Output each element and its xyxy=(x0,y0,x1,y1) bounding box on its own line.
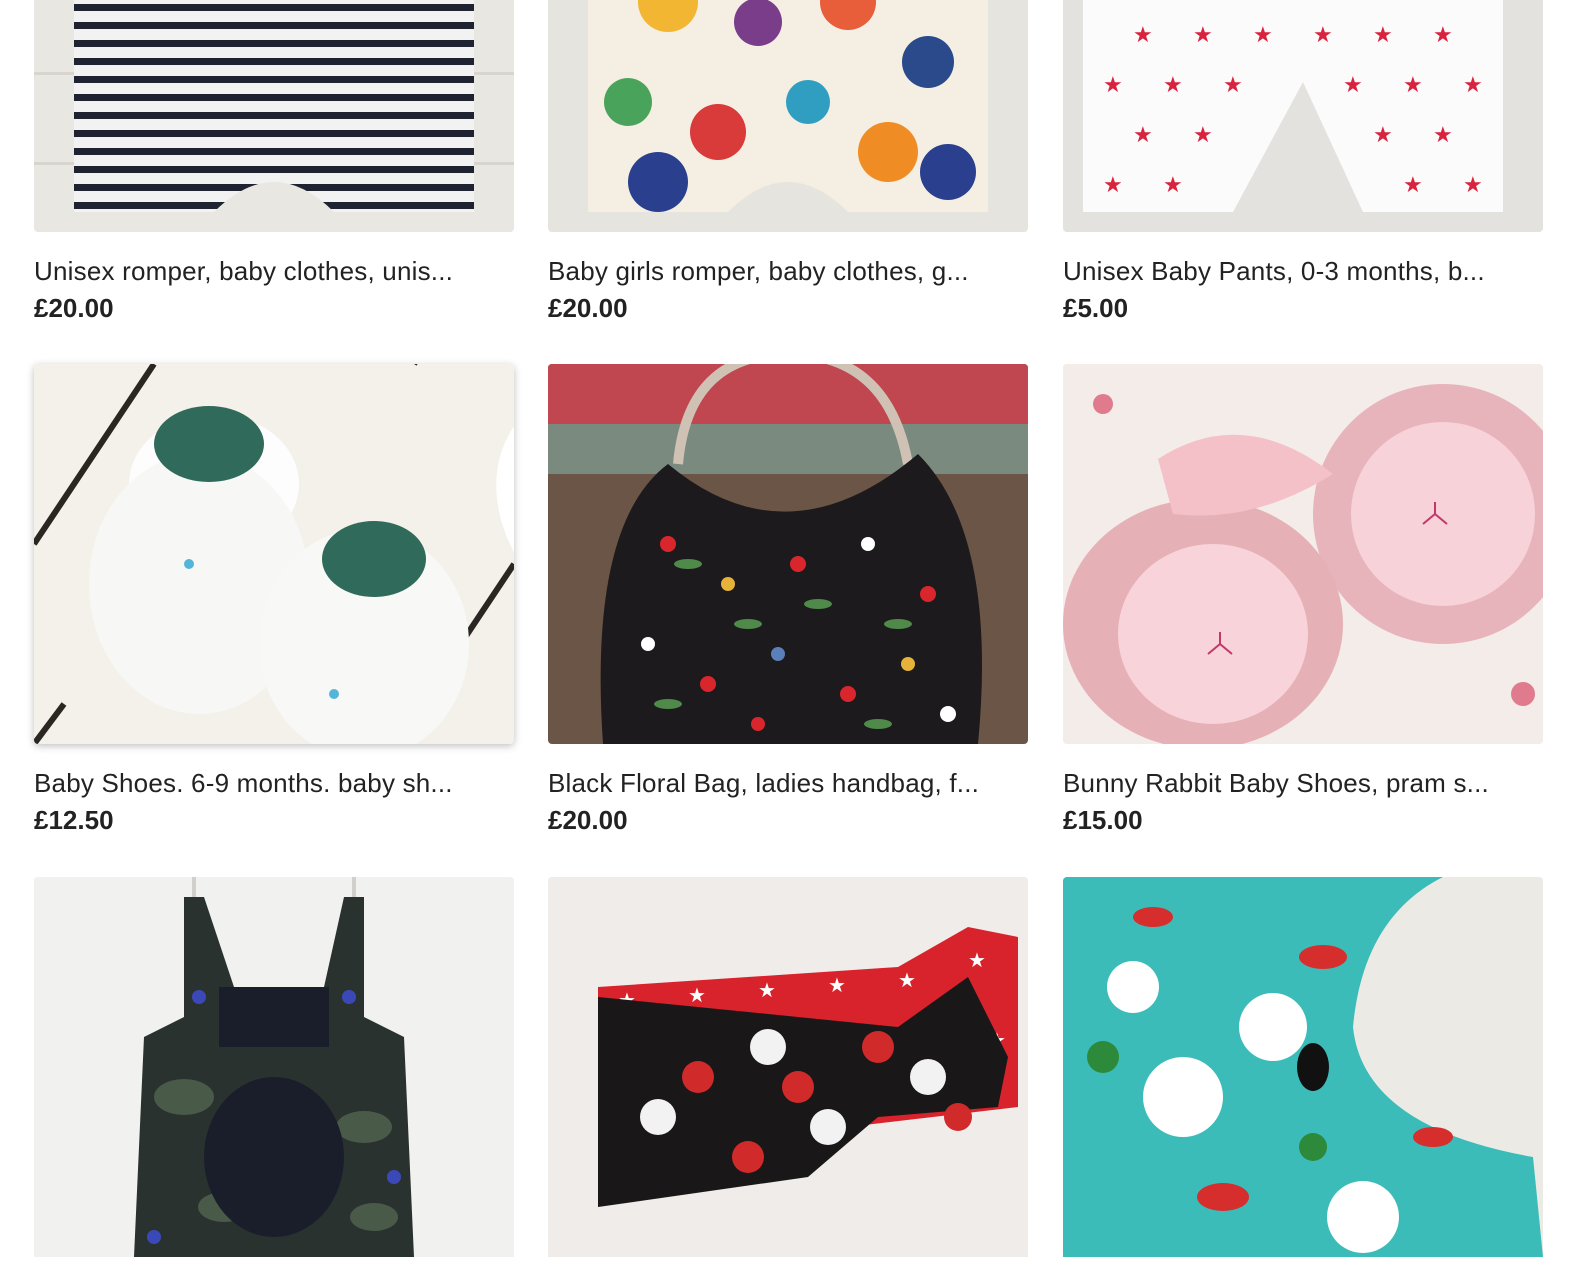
svg-text:★: ★ xyxy=(1253,23,1273,48)
listing-title[interactable]: Baby Shoes. 6-9 months. baby sh... xyxy=(34,764,514,802)
skull-bib-image: ★★★★★★ ★★★ xyxy=(548,877,1028,1257)
camo-dungarees-image xyxy=(34,877,514,1257)
listing-card[interactable] xyxy=(34,877,514,1277)
listing-image-star-pants[interactable]: ★★★★★★★ ★★★★★★ ★★★★★★★ ★★★★★★ ★★★★★★ ★★★… xyxy=(1063,0,1543,232)
listing-card[interactable]: ★★★★★★ ★★★ xyxy=(548,877,1028,1277)
listing-title[interactable]: Baby girls romper, baby clothes, g... xyxy=(548,252,1028,290)
svg-text:★: ★ xyxy=(1313,23,1333,48)
listing-title[interactable]: Black Floral Bag, ladies handbag, f... xyxy=(548,764,1028,802)
striped-romper-image xyxy=(34,0,514,232)
penguin-bib-image xyxy=(1063,877,1543,1257)
svg-text:★: ★ xyxy=(1373,23,1393,48)
svg-text:★: ★ xyxy=(1163,173,1183,198)
svg-text:★: ★ xyxy=(898,968,916,992)
listing-card[interactable]: Baby girls romper, baby clothes, g... £2… xyxy=(548,0,1028,326)
svg-text:★: ★ xyxy=(828,973,846,997)
listing-image-baby-shoes[interactable] xyxy=(34,364,514,744)
listing-title[interactable]: Unisex romper, baby clothes, unis... xyxy=(34,252,514,290)
listing-card[interactable] xyxy=(1063,877,1543,1277)
listing-image-woodland-romper[interactable] xyxy=(548,0,1028,232)
svg-text:★: ★ xyxy=(758,978,776,1002)
bunny-shoes-image xyxy=(1063,364,1543,744)
star-pants-image: ★★★★★★★ ★★★★★★ ★★★★★★★ ★★★★★★ ★★★★★★ ★★★… xyxy=(1063,0,1543,232)
svg-text:★: ★ xyxy=(1163,73,1183,98)
floral-bag-image xyxy=(548,364,1028,744)
woodland-romper-image xyxy=(548,0,1028,232)
svg-text:★: ★ xyxy=(1463,73,1483,98)
baby-shoes-image xyxy=(34,364,514,744)
svg-text:★: ★ xyxy=(1403,173,1423,198)
heart-outline-icon xyxy=(496,426,514,553)
svg-text:★: ★ xyxy=(1463,173,1483,198)
listing-image-camo-dungarees[interactable] xyxy=(34,877,514,1257)
listing-price: £15.00 xyxy=(1063,805,1143,835)
svg-text:★: ★ xyxy=(1193,123,1213,148)
listing-price: £20.00 xyxy=(548,293,628,323)
listing-price: £12.50 xyxy=(34,805,114,835)
listing-card[interactable]: Black Floral Bag, ladies handbag, f... £… xyxy=(548,364,1028,838)
listing-image-skull-bib[interactable]: ★★★★★★ ★★★ xyxy=(548,877,1028,1257)
svg-text:★: ★ xyxy=(1433,123,1453,148)
listing-price: £20.00 xyxy=(548,805,628,835)
listing-title[interactable]: Unisex Baby Pants, 0-3 months, b... xyxy=(1063,252,1543,290)
listing-price: £5.00 xyxy=(1063,293,1129,323)
listing-image-penguin-bib[interactable] xyxy=(1063,877,1543,1257)
listing-price: £20.00 xyxy=(34,293,114,323)
listing-card[interactable]: Baby Shoes. 6-9 months. baby sh... £12.5… xyxy=(34,364,514,838)
svg-text:★: ★ xyxy=(1133,23,1153,48)
svg-text:★: ★ xyxy=(1193,23,1213,48)
listing-image-bunny-shoes[interactable] xyxy=(1063,364,1543,744)
svg-text:★: ★ xyxy=(1103,173,1123,198)
listing-image-floral-bag[interactable] xyxy=(548,364,1028,744)
svg-text:★: ★ xyxy=(968,948,986,972)
svg-text:★: ★ xyxy=(1433,23,1453,48)
svg-text:★: ★ xyxy=(1343,73,1363,98)
listing-card[interactable]: ★★★★★★★ ★★★★★★ ★★★★★★★ ★★★★★★ ★★★★★★ ★★★… xyxy=(1063,0,1543,326)
listing-title[interactable]: Bunny Rabbit Baby Shoes, pram s... xyxy=(1063,764,1543,802)
listing-image-striped-romper[interactable] xyxy=(34,0,514,232)
svg-text:★: ★ xyxy=(1223,73,1243,98)
svg-text:★: ★ xyxy=(688,983,706,1007)
svg-text:★: ★ xyxy=(1133,123,1153,148)
favorite-button[interactable] xyxy=(460,374,514,553)
svg-text:★: ★ xyxy=(1103,73,1123,98)
listing-card[interactable]: Unisex romper, baby clothes, unis... £20… xyxy=(34,0,514,326)
svg-text:★: ★ xyxy=(1373,123,1393,148)
svg-text:★: ★ xyxy=(1403,73,1423,98)
listing-card[interactable]: Bunny Rabbit Baby Shoes, pram s... £15.0… xyxy=(1063,364,1543,838)
